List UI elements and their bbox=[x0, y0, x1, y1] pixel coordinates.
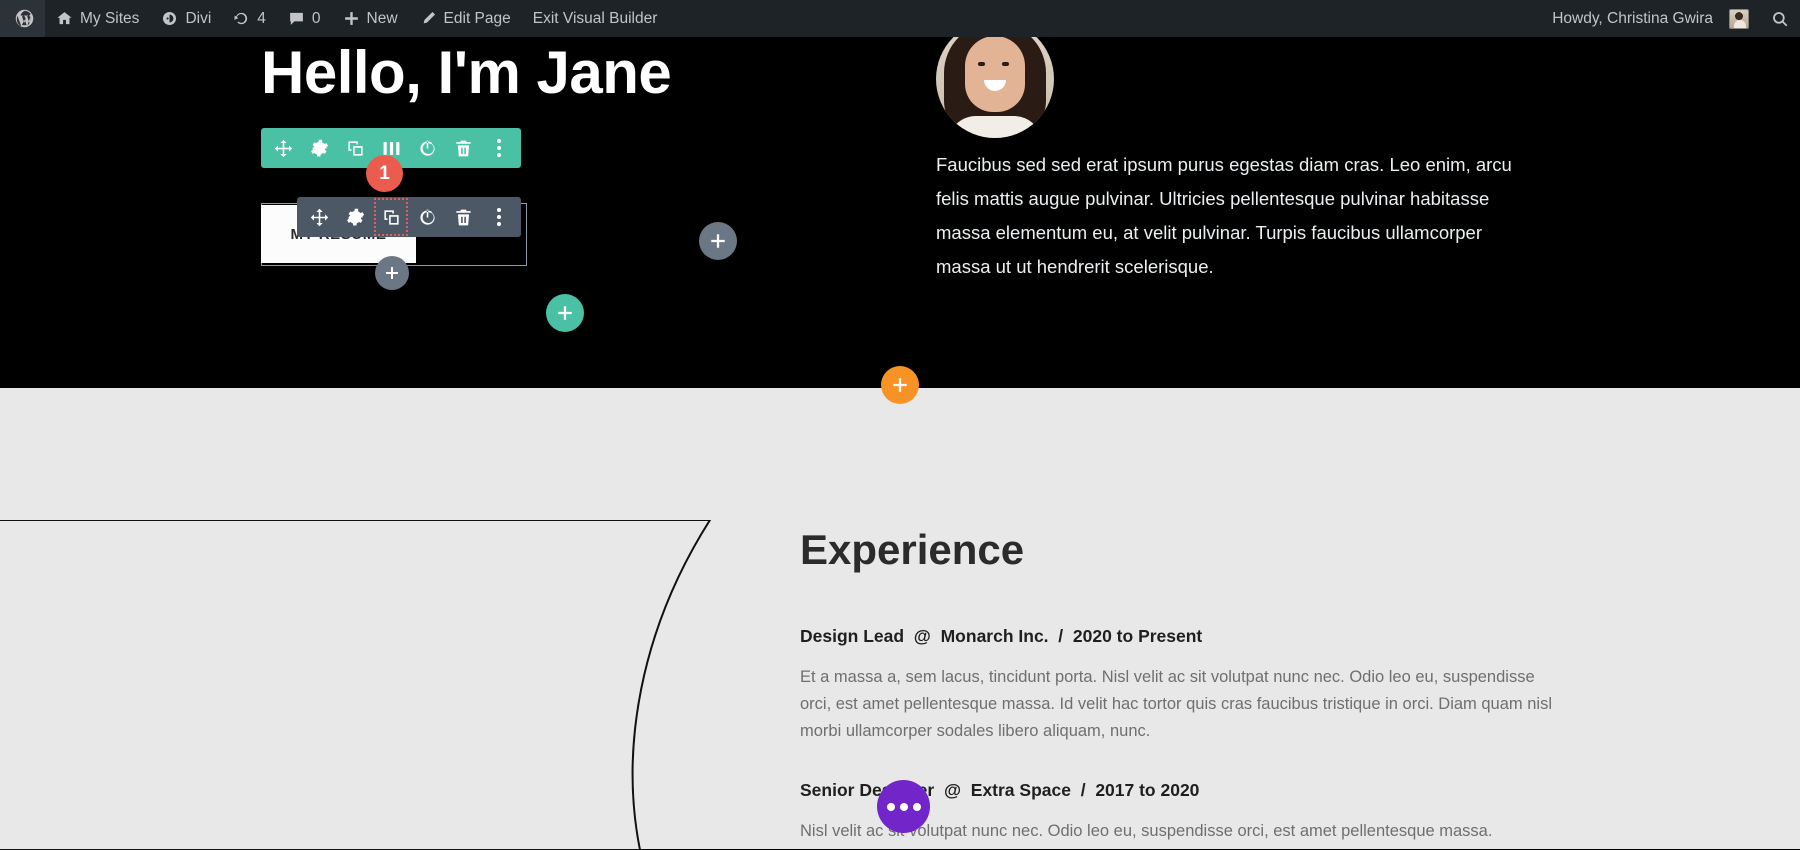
experience-heading: Experience bbox=[800, 526, 1025, 573]
updates-count: 4 bbox=[257, 9, 266, 27]
sites-icon bbox=[56, 10, 73, 27]
plus-icon bbox=[343, 10, 360, 27]
page-settings-button[interactable] bbox=[877, 780, 930, 833]
hero-section: Hello, I'm Jane Faucibus sed sed erat ip… bbox=[0, 0, 1800, 388]
adminbar-item-my-sites[interactable]: My Sites bbox=[45, 0, 150, 37]
adminbar-label: Exit Visual Builder bbox=[532, 9, 658, 27]
adminbar-item-edit-page[interactable]: Edit Page bbox=[409, 0, 522, 37]
job-company: Extra Space bbox=[970, 780, 1071, 800]
job-separator: / bbox=[1058, 626, 1064, 646]
decorative-curve bbox=[0, 520, 730, 850]
adminbar-label: New bbox=[366, 9, 398, 27]
module-settings-toolbar[interactable] bbox=[297, 197, 521, 237]
disable-module-power-icon[interactable] bbox=[409, 197, 445, 237]
job-role: Design Lead bbox=[800, 626, 905, 646]
search-icon bbox=[1771, 10, 1789, 28]
add-row-button[interactable] bbox=[546, 294, 584, 332]
row-settings-gear-icon[interactable] bbox=[301, 128, 337, 168]
disable-row-power-icon[interactable] bbox=[409, 128, 445, 168]
profile-photo bbox=[936, 20, 1054, 138]
module-count-badge: 1 bbox=[366, 155, 403, 192]
adminbar-right-group: Howdy, Christina Gwira bbox=[1541, 0, 1800, 37]
adminbar-item-new[interactable]: New bbox=[332, 0, 409, 37]
add-section-button[interactable] bbox=[881, 366, 919, 404]
job-at: @ bbox=[943, 780, 962, 800]
page-title: Hello, I'm Jane bbox=[261, 39, 672, 106]
adminbar-item-exit-visual-builder[interactable]: Exit Visual Builder bbox=[522, 0, 669, 37]
adminbar-item-updates[interactable]: 4 bbox=[222, 0, 277, 37]
comments-count: 0 bbox=[311, 9, 321, 27]
drag-module-handle[interactable] bbox=[301, 197, 337, 237]
adminbar-label: Edit Page bbox=[443, 9, 511, 27]
adminbar-item-divi[interactable]: Divi bbox=[150, 0, 222, 37]
delete-module-trash-icon[interactable] bbox=[445, 197, 481, 237]
drag-row-handle[interactable] bbox=[265, 128, 301, 168]
adminbar-label: My Sites bbox=[80, 9, 140, 27]
job-dates: 2020 to Present bbox=[1072, 626, 1203, 646]
job-at: @ bbox=[913, 626, 931, 646]
add-module-button-secondary[interactable] bbox=[375, 256, 409, 290]
job-entry: Design Lead @ Monarch Inc. / 2020 to Pre… bbox=[800, 626, 1560, 745]
howdy-label: Howdy, Christina Gwira bbox=[1552, 9, 1713, 27]
adminbar-item-comments[interactable]: 0 bbox=[277, 0, 332, 37]
module-more-options-icon[interactable] bbox=[481, 197, 517, 237]
updates-icon bbox=[233, 10, 250, 27]
hero-paragraph: Faucibus sed sed erat ipsum purus egesta… bbox=[936, 154, 1512, 277]
add-module-button[interactable] bbox=[699, 222, 737, 260]
duplicate-row-icon[interactable] bbox=[337, 128, 373, 168]
duplicate-module-icon[interactable] bbox=[373, 197, 409, 237]
wordpress-logo-icon[interactable] bbox=[0, 0, 45, 37]
pencil-icon bbox=[420, 10, 437, 27]
adminbar-search[interactable] bbox=[1760, 0, 1800, 37]
wp-admin-bar: My Sites Divi 4 0 New Edit Page Exit Vis… bbox=[0, 0, 1800, 37]
adminbar-label: Divi bbox=[185, 9, 212, 27]
avatar bbox=[1729, 8, 1749, 29]
row-more-options-icon[interactable] bbox=[481, 128, 517, 168]
job-description: Et a massa a, sem lacus, tincidunt porta… bbox=[800, 668, 1552, 740]
job-company: Monarch Inc. bbox=[940, 626, 1049, 646]
adminbar-howdy[interactable]: Howdy, Christina Gwira bbox=[1541, 0, 1760, 37]
comments-icon bbox=[288, 10, 305, 27]
divi-icon bbox=[161, 10, 178, 27]
job-dates: 2017 to 2020 bbox=[1095, 780, 1200, 800]
delete-row-trash-icon[interactable] bbox=[445, 128, 481, 168]
module-settings-gear-icon[interactable] bbox=[337, 197, 373, 237]
page-canvas: Hello, I'm Jane Faucibus sed sed erat ip… bbox=[0, 0, 1800, 850]
job-separator: / bbox=[1080, 780, 1086, 800]
job-headline: Design Lead @ Monarch Inc. / 2020 to Pre… bbox=[800, 626, 1560, 647]
